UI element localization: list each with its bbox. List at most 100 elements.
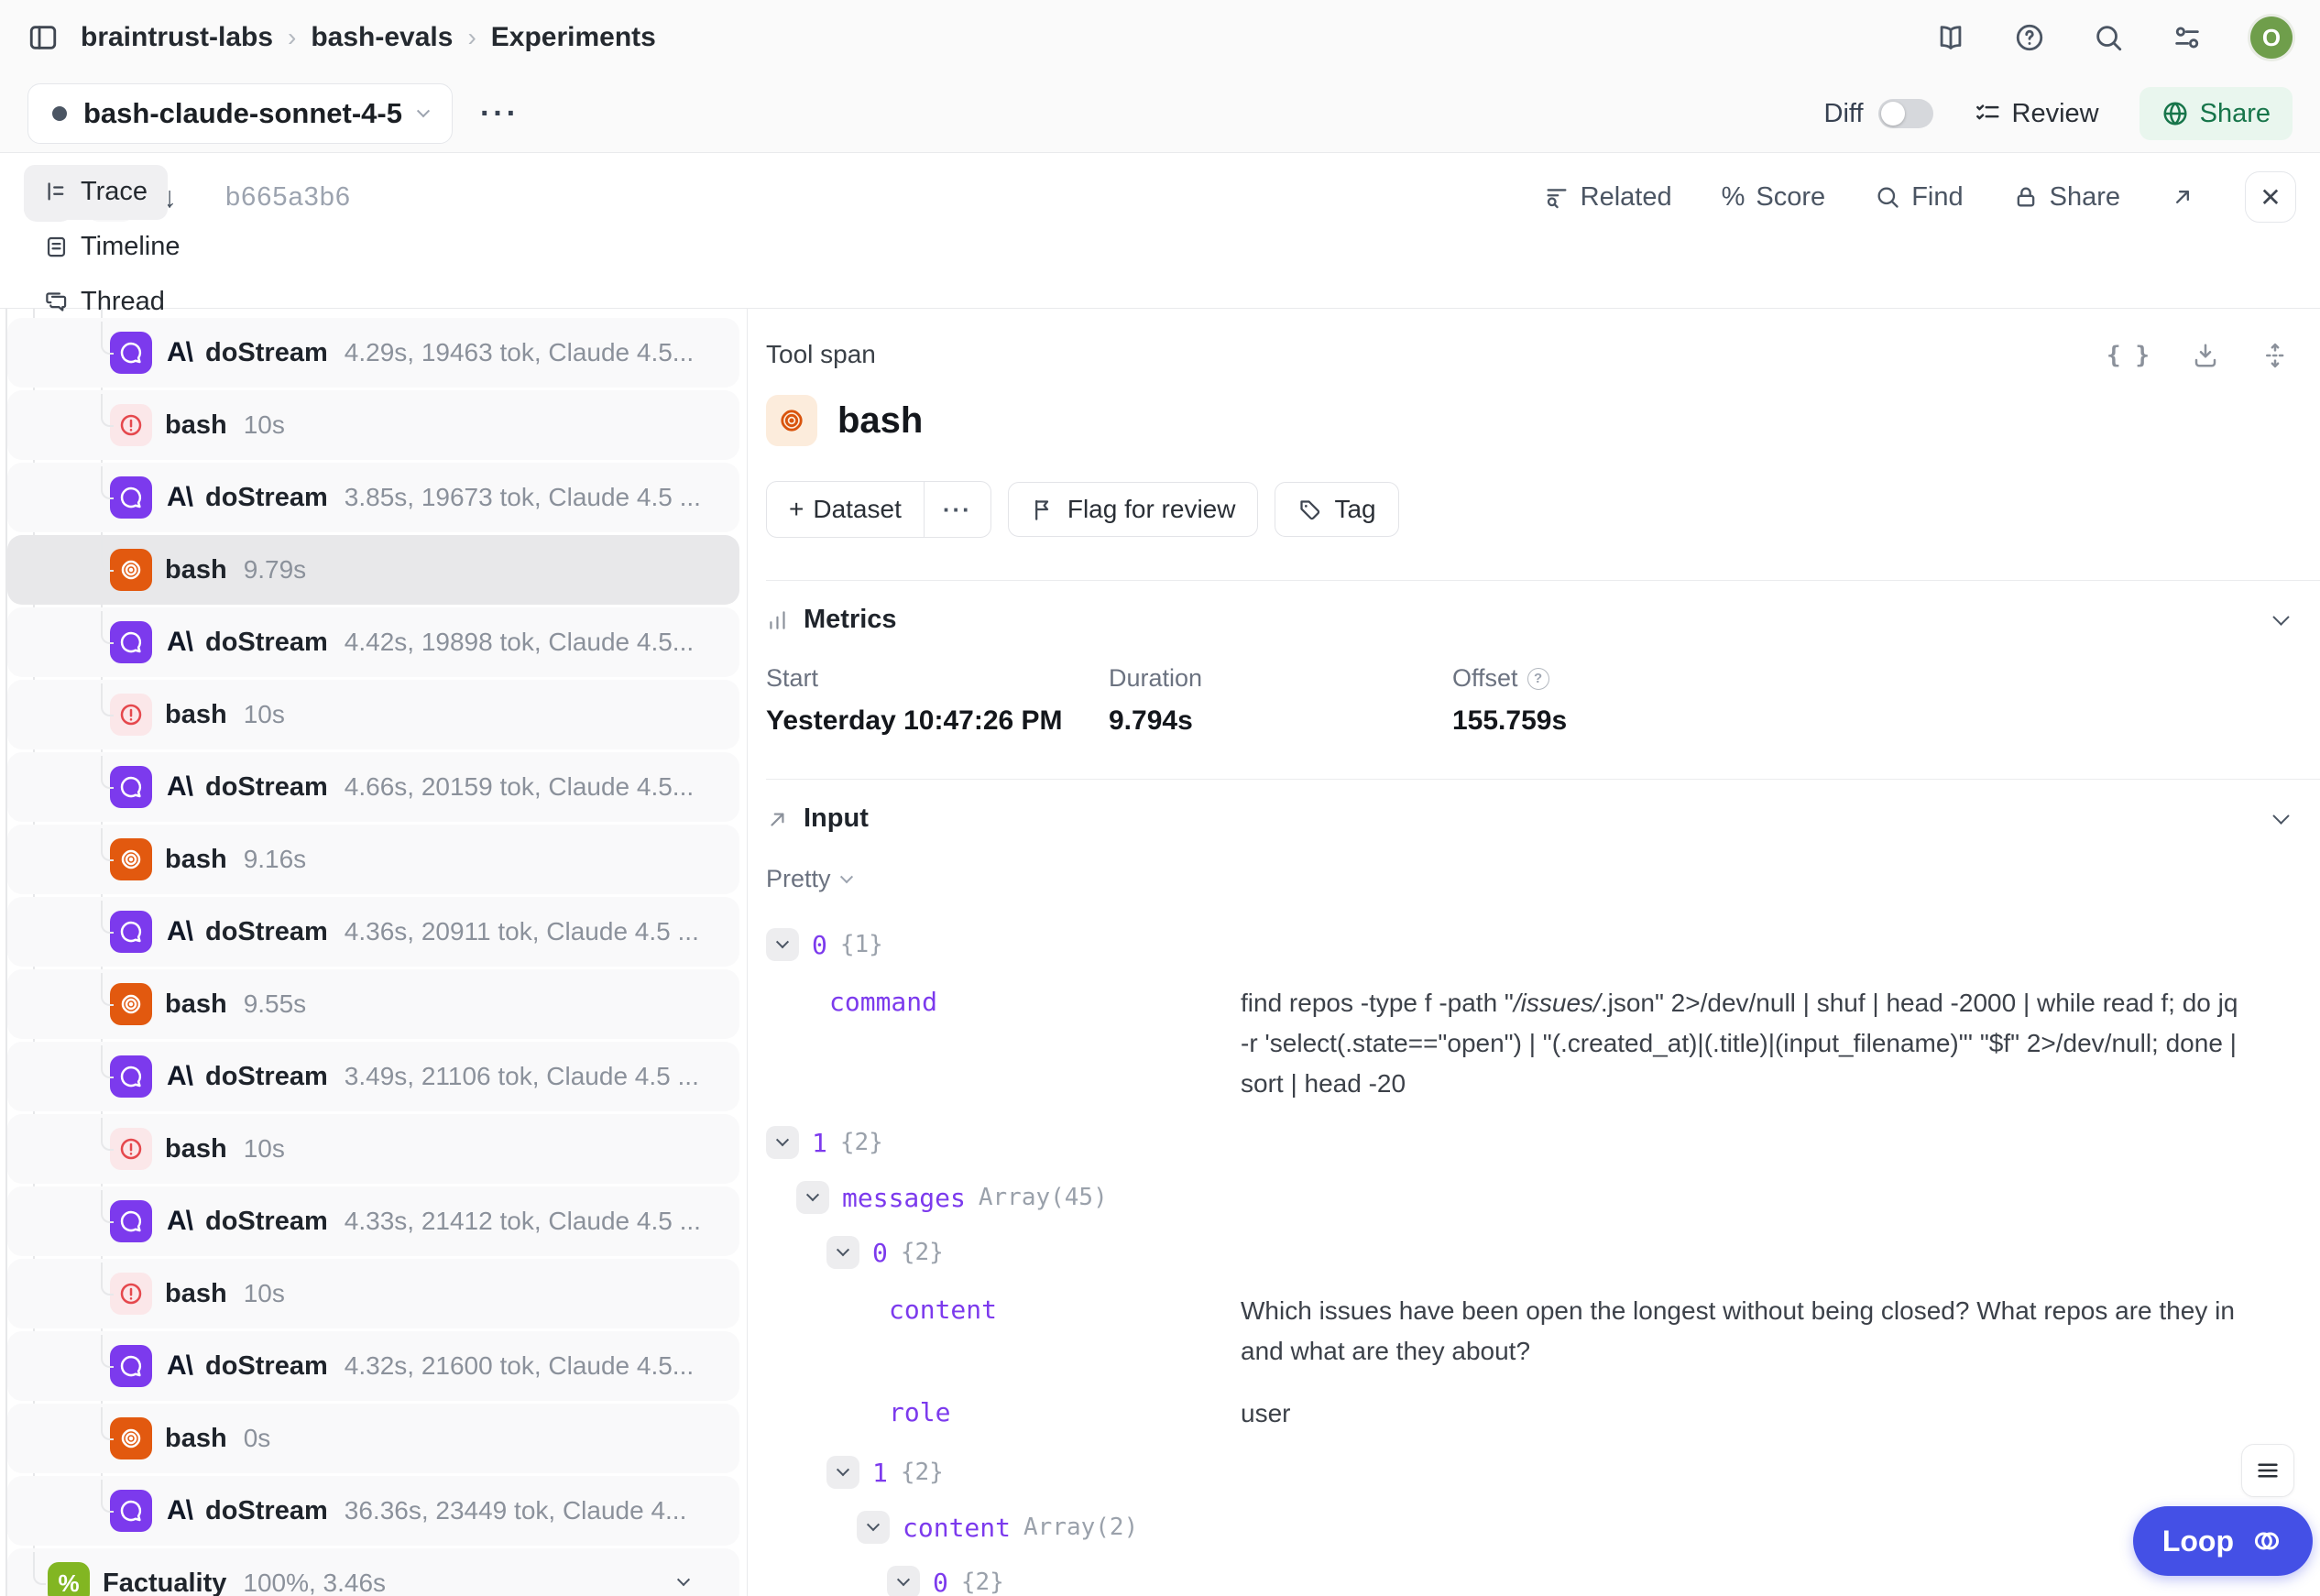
open-external-button[interactable]	[2170, 184, 2195, 210]
related-button[interactable]: Related	[1544, 182, 1672, 213]
doStream[interactable]: A\ doStream 4.33s, 21412 tok, Claude 4.5…	[7, 1186, 739, 1256]
span-meta: 10s	[244, 1279, 285, 1308]
download-button[interactable]	[2192, 342, 2219, 369]
close-trace-button[interactable]: ✕	[2245, 171, 2296, 223]
trace-view-tab[interactable]: Timeline	[24, 220, 201, 275]
diff-toggle[interactable]	[1878, 99, 1933, 128]
chevron-down-icon[interactable]	[679, 1575, 688, 1591]
span-name: doStream	[205, 917, 328, 947]
settings-button[interactable]	[2172, 22, 2203, 53]
raw-json-button[interactable]: { }	[2107, 342, 2150, 369]
download-icon	[2192, 342, 2219, 369]
experiment-name: bash-claude-sonnet-4-5	[83, 97, 402, 130]
span-meta: 9.79s	[244, 555, 307, 585]
span-name: bash	[165, 1424, 227, 1454]
doStream[interactable]: A\ doStream 4.29s, 19463 tok, Claude 4.5…	[7, 318, 739, 388]
collapse-node-button[interactable]	[766, 1126, 799, 1159]
llm-span-icon	[110, 1345, 152, 1387]
global-search-button[interactable]	[2093, 22, 2124, 53]
doStream[interactable]: A\ doStream 4.36s, 20911 tok, Claude 4.5…	[7, 897, 739, 967]
close-icon: ✕	[2260, 182, 2281, 213]
doStream[interactable]: A\ doStream 4.66s, 20159 tok, Claude 4.5…	[7, 752, 739, 822]
search-icon	[2093, 22, 2124, 53]
span-meta: 10s	[244, 700, 285, 729]
breadcrumb-project[interactable]: bash-evals	[311, 22, 453, 53]
share-span-button[interactable]: Share	[2013, 182, 2120, 213]
breadcrumb: braintrust-labs › bash-evals › Experimen…	[81, 22, 656, 53]
error-span-icon	[110, 1273, 152, 1315]
score-label: Score	[1756, 182, 1825, 213]
help-circle-icon: ?	[1527, 668, 1549, 690]
trace-view-tab[interactable]: Trace	[24, 165, 168, 220]
bash[interactable]: bash 10s	[7, 390, 739, 460]
sidebar-toggle-button[interactable]	[27, 22, 59, 53]
collapse-node-button[interactable]	[796, 1181, 829, 1214]
percent-icon: %	[1722, 182, 1745, 213]
json-tree-row: role user	[766, 1394, 2320, 1434]
format-dropdown[interactable]: Pretty	[766, 865, 851, 893]
breadcrumb-page[interactable]: Experiments	[491, 22, 656, 53]
collapse-node-button[interactable]	[826, 1456, 859, 1489]
doStream[interactable]: A\ doStream 4.32s, 21600 tok, Claude 4.5…	[7, 1331, 739, 1401]
collapse-node-button[interactable]	[766, 928, 799, 961]
doStream[interactable]: A\ doStream 4.42s, 19898 tok, Claude 4.5…	[7, 607, 739, 677]
experiment-selector[interactable]: bash-claude-sonnet-4-5	[27, 83, 453, 144]
expand-sections-button[interactable]	[2261, 342, 2289, 369]
dataset-more-button[interactable]: ···	[925, 482, 990, 537]
experiment-more-button[interactable]: ···	[480, 96, 520, 132]
bash[interactable]: bash 10s	[7, 680, 739, 749]
tool-span-icon	[110, 983, 152, 1025]
loop-button[interactable]: Loop	[2133, 1506, 2313, 1576]
error-span-icon	[110, 694, 152, 736]
doStream[interactable]: A\ doStream 3.49s, 21106 tok, Claude 4.5…	[7, 1042, 739, 1111]
tab-icon	[44, 180, 69, 204]
collapse-input-button[interactable]	[2275, 813, 2287, 829]
span-name: doStream	[205, 1062, 328, 1092]
role-value: user	[1241, 1394, 2278, 1434]
tool-span-icon	[110, 1417, 152, 1459]
llm-span-icon	[110, 476, 152, 519]
factuality-score-row[interactable]: % Factuality 100%, 3.46s	[7, 1548, 739, 1596]
llm-span-icon	[110, 766, 152, 808]
metric-start: Start Yesterday 10:47:26 PM	[766, 664, 1109, 737]
error-span-icon	[110, 404, 152, 446]
bash[interactable]: bash 10s	[7, 1259, 739, 1328]
json-tree-row: content Array(2)	[766, 1511, 2320, 1544]
collapse-metrics-button[interactable]	[2275, 614, 2287, 630]
trace-panel: ↑ ↓ b665a3b6 Related % Score	[0, 152, 2320, 1596]
bash[interactable]: bash 9.79s	[7, 535, 739, 605]
json-suffix: {1}	[840, 931, 883, 958]
docs-button[interactable]	[1935, 22, 1966, 53]
avatar[interactable]: O	[2250, 16, 2293, 59]
span-name: doStream	[205, 628, 328, 658]
add-to-dataset-button[interactable]: + Dataset	[767, 482, 924, 537]
breadcrumb-org[interactable]: braintrust-labs	[81, 22, 273, 53]
content-value: Which issues have been open the longest …	[1241, 1291, 2278, 1372]
json-key: 0	[812, 930, 827, 960]
book-icon	[1935, 22, 1966, 53]
start-label: Start	[766, 664, 818, 693]
collapse-node-button[interactable]	[857, 1511, 890, 1544]
tag-button[interactable]: Tag	[1275, 482, 1398, 537]
score-button[interactable]: % Score	[1722, 182, 1826, 213]
sidebar-icon	[27, 22, 59, 53]
flag-label: Flag for review	[1067, 495, 1236, 524]
help-button[interactable]	[2014, 22, 2045, 53]
lock-icon	[2013, 184, 2039, 210]
flag-for-review-button[interactable]: Flag for review	[1008, 482, 1259, 537]
bash[interactable]: bash 10s	[7, 1114, 739, 1184]
doStream[interactable]: A\ doStream 36.36s, 23449 tok, Claude 4.…	[7, 1476, 739, 1546]
collapse-node-button[interactable]	[826, 1236, 859, 1269]
panel-menu-button[interactable]	[2241, 1444, 2294, 1497]
review-button[interactable]: Review	[1974, 99, 2099, 129]
top-bar: braintrust-labs › bash-evals › Experimen…	[0, 0, 2320, 75]
bash[interactable]: bash 0s	[7, 1404, 739, 1473]
doStream[interactable]: A\ doStream 3.85s, 19673 tok, Claude 4.5…	[7, 463, 739, 532]
bash[interactable]: bash 9.55s	[7, 969, 739, 1039]
span-detail-panel: Tool span { }	[748, 309, 2320, 1596]
share-button[interactable]: Share	[2139, 87, 2293, 140]
metrics-heading: Metrics	[804, 605, 897, 635]
collapse-node-button[interactable]	[887, 1566, 920, 1596]
find-button[interactable]: Find	[1875, 182, 1963, 213]
bash[interactable]: bash 9.16s	[7, 825, 739, 894]
